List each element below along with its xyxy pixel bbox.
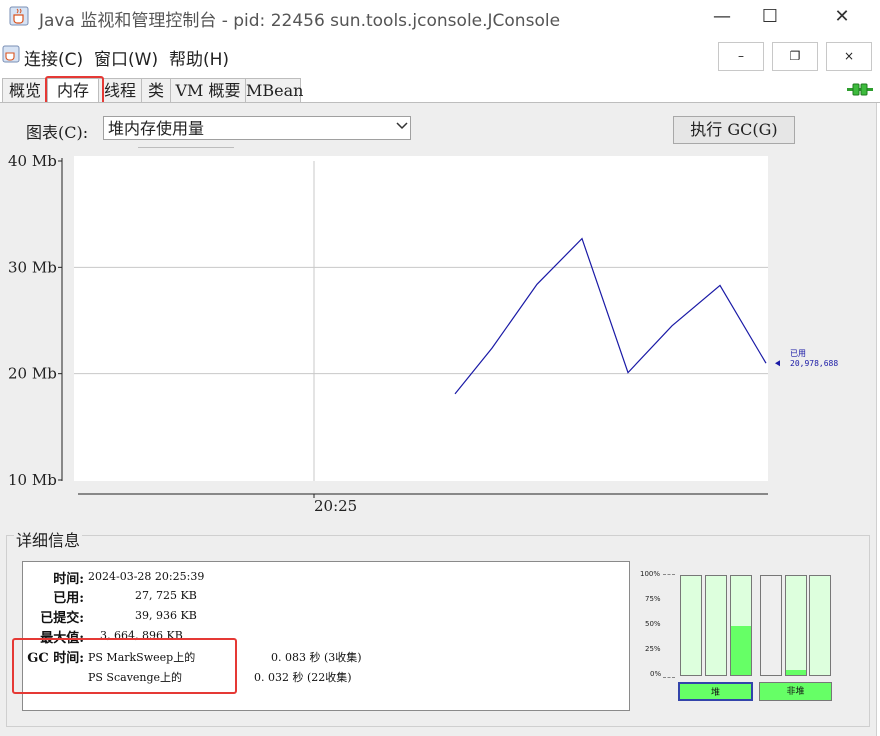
plot-area <box>74 156 768 481</box>
maximize-button[interactable]: ☐ <box>750 4 790 30</box>
nonheap-pool-bar[interactable] <box>760 575 782 676</box>
bar-fill <box>731 625 751 675</box>
nonheap-toggle-button[interactable]: 非堆 <box>759 682 832 701</box>
y-tick-label: 10 Mb <box>8 471 57 489</box>
current-series-label: 已用 <box>790 349 806 358</box>
tab-mbean[interactable]: MBean <box>245 78 303 103</box>
menu-help[interactable]: 帮助(H) <box>169 45 229 70</box>
perform-gc-button[interactable]: 执行 GC(G) <box>673 116 795 144</box>
java-cup-icon <box>2 45 20 63</box>
current-series-value: 20,978,688 <box>790 359 838 368</box>
tab-threads[interactable]: 线程 <box>98 78 142 103</box>
x-tick-label: 20:25 <box>314 497 357 515</box>
connection-status-icon <box>847 83 873 96</box>
menu-window[interactable]: 窗口(W) <box>94 45 158 70</box>
pct-ruler <box>663 574 675 678</box>
pct-label: 25% <box>645 645 661 653</box>
y-tick-label: 30 Mb <box>8 258 57 276</box>
detail-label-time: 时间: <box>53 572 84 587</box>
chevron-down-icon <box>396 122 408 130</box>
heap-pool-bar[interactable] <box>680 575 702 676</box>
bar-fill <box>786 670 806 675</box>
tab-classes[interactable]: 类 <box>141 78 171 103</box>
details-title: 详细信息 <box>14 527 83 551</box>
gc-collector-time: 0. 083 秒 (3收集) <box>271 651 362 664</box>
pct-label: 50% <box>645 620 661 628</box>
heap-toggle-button[interactable]: 堆 <box>678 682 753 701</box>
heap-pool-bar[interactable] <box>705 575 727 676</box>
tab-overview[interactable]: 概览 <box>2 78 48 103</box>
close-button[interactable]: ✕ <box>822 4 862 30</box>
y-tick-label: 40 Mb <box>8 152 57 170</box>
detail-value-used: 27, 725 KB <box>135 589 197 602</box>
pct-label: 0% <box>650 670 662 678</box>
nonheap-pool-bar[interactable] <box>785 575 807 676</box>
heap-pool-bar[interactable] <box>730 575 752 676</box>
chart-select[interactable]: 堆内存使用量 <box>103 116 411 140</box>
pct-label: 75% <box>645 595 661 603</box>
tab-vm-summary[interactable]: VM 概要 <box>170 78 246 103</box>
internal-minimize-button[interactable]: – <box>718 42 764 71</box>
internal-restore-button[interactable]: ❐ <box>772 42 818 71</box>
gc-collector-time: 0. 032 秒 (22收集) <box>254 671 352 684</box>
minimize-button[interactable]: — <box>702 4 742 30</box>
memory-chart: 40 Mb 30 Mb 20 Mb 10 Mb 20:25 已用20,978,688 <box>8 152 838 515</box>
detail-label-committed: 已提交: <box>40 611 84 626</box>
pct-label: 100% <box>640 570 661 578</box>
gc-highlight-annotation <box>12 638 237 694</box>
window-title: Java 监视和管理控制台 - pid: 22456 sun.tools.jco… <box>39 11 561 31</box>
detail-value-time: 2024-03-28 20:25:39 <box>88 570 205 583</box>
detail-label-used: 已用: <box>53 591 84 606</box>
y-tick-label: 20 Mb <box>8 365 57 383</box>
detail-value-committed: 39, 936 KB <box>135 609 197 622</box>
current-value-marker <box>775 360 780 367</box>
nonheap-pool-bar[interactable] <box>809 575 831 676</box>
menu-connection[interactable]: 连接(C) <box>24 45 83 70</box>
chart-label: 图表(C): <box>26 123 89 142</box>
java-cup-icon <box>9 6 29 26</box>
internal-close-button[interactable]: × <box>826 42 872 71</box>
